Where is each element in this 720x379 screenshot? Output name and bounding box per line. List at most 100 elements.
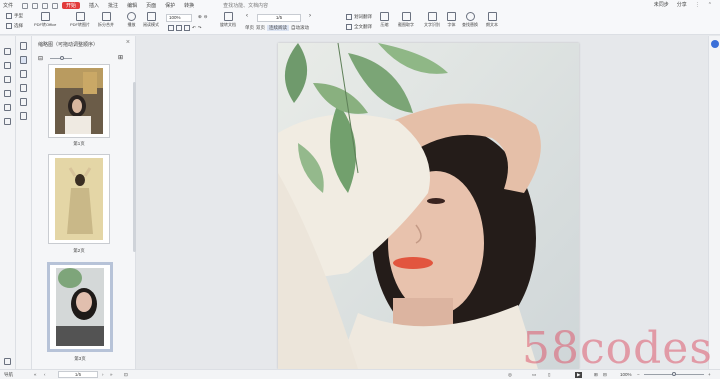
thumbnail-icon[interactable] xyxy=(4,62,11,69)
select-tool[interactable]: 选择 xyxy=(6,23,23,29)
thumbnail-page-1[interactable] xyxy=(48,64,110,138)
read-aloud-button[interactable]: 朗文本 xyxy=(486,12,498,28)
open-icon[interactable] xyxy=(22,2,29,9)
share-button[interactable]: 分享 xyxy=(677,1,687,8)
zoom-slider[interactable] xyxy=(644,372,704,376)
page-number-input[interactable]: 1/5 xyxy=(257,14,301,22)
tab-home[interactable]: 开始 xyxy=(62,2,81,9)
first-page-icon[interactable]: « xyxy=(34,372,37,377)
next-page-status-icon[interactable]: › xyxy=(102,372,104,377)
full-translate-button[interactable]: 全文翻译 xyxy=(346,24,372,30)
single-page-button[interactable]: 单页 xyxy=(245,25,254,31)
play-button[interactable]: 播放 xyxy=(127,12,136,28)
rotate-document-button[interactable]: 旋转文档 xyxy=(220,12,236,28)
settings-icon[interactable] xyxy=(4,358,11,365)
tab-edit[interactable]: 编辑 xyxy=(127,2,137,9)
fit-width-icon[interactable] xyxy=(176,25,182,31)
zoom-out-icon[interactable]: ⊖ xyxy=(204,14,208,20)
page-layout-group: 单页 双页 连续阅读 自动滚动 xyxy=(245,25,309,31)
thumbnail-page-2[interactable] xyxy=(48,154,110,244)
ocr-icon xyxy=(427,12,437,21)
double-page-button[interactable]: 双页 xyxy=(256,25,265,31)
annotation-list-icon[interactable] xyxy=(20,84,27,92)
tab-page[interactable]: 页面 xyxy=(146,2,156,9)
read-mode-button[interactable]: 阅读模式 xyxy=(143,12,159,28)
thumbnail-size-slider[interactable] xyxy=(50,56,72,60)
sync-status[interactable]: 未同步 xyxy=(654,1,669,8)
collapse-panel-icon[interactable]: ⊡ xyxy=(124,372,128,378)
document-page xyxy=(278,43,579,369)
prev-page-status-icon[interactable]: ‹ xyxy=(44,372,46,377)
close-icon[interactable]: × xyxy=(126,39,130,46)
stamp-icon[interactable] xyxy=(4,118,11,125)
thumbnail-image xyxy=(56,268,104,346)
rotate-right-icon[interactable]: ↷ xyxy=(198,25,202,31)
fit-page-icon[interactable] xyxy=(168,25,174,31)
thumbnail-page-3[interactable] xyxy=(47,262,113,352)
zoom-select[interactable]: 100% xyxy=(166,14,192,22)
book-icon xyxy=(146,12,156,21)
tab-insert[interactable]: 插入 xyxy=(89,2,99,9)
rotate-icon xyxy=(223,12,233,21)
rotate-left-icon[interactable]: ↶ xyxy=(192,25,196,31)
prev-page-icon[interactable]: ‹ xyxy=(246,13,248,19)
actual-size-icon[interactable] xyxy=(184,25,190,31)
search-features[interactable]: 查找功能、文档内容 xyxy=(223,2,268,9)
thumbnails-tab-icon[interactable] xyxy=(20,56,27,64)
thumbnail-options-icon[interactable]: ⊞ xyxy=(118,54,123,61)
hand-tool[interactable]: 手型 xyxy=(6,13,23,19)
pdf-to-image-button[interactable]: PDF转图片 xyxy=(70,12,90,28)
compress-button[interactable]: 压缩 xyxy=(380,12,389,28)
attachment-icon[interactable] xyxy=(4,90,11,97)
collapse-icon[interactable]: ⌃ xyxy=(708,2,712,8)
cursor-icon xyxy=(6,23,12,29)
search-icon xyxy=(465,12,475,21)
tab-convert[interactable]: 转换 xyxy=(184,2,194,9)
font-button[interactable]: 字体 xyxy=(447,12,456,28)
bookmark-icon[interactable] xyxy=(4,48,11,55)
ocr-button[interactable]: 文字识别 xyxy=(424,12,440,28)
zoom-in-icon[interactable]: ⊕ xyxy=(198,14,202,20)
split-merge-button[interactable]: 拆分合并 xyxy=(98,12,114,28)
signature-icon[interactable] xyxy=(20,112,27,120)
split-icon xyxy=(101,12,111,21)
speaker-icon xyxy=(487,12,497,21)
navigation-toggle[interactable]: 导航 xyxy=(4,372,13,378)
pdf-to-office-button[interactable]: PDF转Office xyxy=(34,12,56,28)
undo-icon[interactable] xyxy=(52,2,59,9)
auto-scroll-button[interactable]: 自动滚动 xyxy=(291,25,309,31)
next-page-icon[interactable]: › xyxy=(309,13,311,19)
file-menu[interactable]: 文件 xyxy=(3,2,13,9)
last-page-icon[interactable]: » xyxy=(110,372,113,377)
save-icon[interactable] xyxy=(32,2,39,9)
more-icon[interactable]: ⋮ xyxy=(695,2,700,8)
screenshot-icon xyxy=(401,12,411,21)
comment-icon[interactable] xyxy=(4,76,11,83)
print-icon[interactable] xyxy=(42,2,49,9)
view-mode-icon[interactable]: ◎ xyxy=(508,372,512,378)
outline-icon[interactable] xyxy=(20,70,27,78)
layers-icon[interactable] xyxy=(4,104,11,111)
hand-icon xyxy=(6,13,12,19)
tab-comment[interactable]: 批注 xyxy=(108,2,118,9)
shrink-icon[interactable]: ⊟ xyxy=(38,55,43,62)
view-toggles: ↶ ↷ xyxy=(168,25,202,31)
thumbnail-panel-title: 缩略图（可拖动调整顺序） xyxy=(38,42,99,48)
pdf-image-icon xyxy=(75,12,85,21)
slider-knob[interactable] xyxy=(60,56,64,60)
translate-icon xyxy=(346,14,352,20)
attachment-list-icon[interactable] xyxy=(20,98,27,106)
tab-protect[interactable]: 保护 xyxy=(165,2,175,9)
continuous-read-button[interactable]: 连续阅读 xyxy=(267,25,289,31)
watermark: 58codes xyxy=(522,323,713,374)
page-icon[interactable] xyxy=(20,42,27,50)
thumbnail-scrollbar[interactable] xyxy=(133,82,136,252)
status-page-input[interactable]: 1/5 xyxy=(58,371,98,378)
word-translate-button[interactable]: 划词翻译 xyxy=(346,14,372,20)
left-rail xyxy=(0,36,16,369)
assistant-icon[interactable] xyxy=(711,40,719,48)
panel-rail xyxy=(16,36,32,369)
screenshot-button[interactable]: 截图取字 xyxy=(398,12,414,28)
find-replace-button[interactable]: 查找替换 xyxy=(462,12,478,28)
thumbnail-image xyxy=(55,68,103,134)
